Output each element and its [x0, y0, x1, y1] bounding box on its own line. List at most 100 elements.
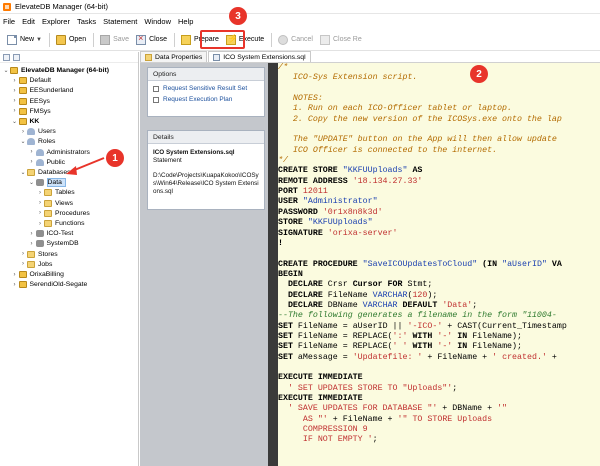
- checkbox-icon[interactable]: [153, 85, 159, 92]
- code-token: '" TO STORE Uploads: [397, 414, 493, 424]
- code-content: /* ICO-Sys Extension script. NOTES: 1. R…: [278, 63, 567, 446]
- chevron-right-icon[interactable]: ›: [12, 88, 18, 94]
- code-token: */: [278, 156, 288, 166]
- code-line: SET FileName = REPLACE(' ' WITH '-' IN F…: [278, 342, 567, 352]
- menu-statement[interactable]: Statement: [103, 17, 137, 26]
- close-button[interactable]: Close: [133, 31, 170, 49]
- chevron-right-icon[interactable]: ›: [20, 261, 26, 267]
- chevron-down-icon[interactable]: ⌄: [20, 169, 26, 176]
- tree-node[interactable]: › SerendiOld-Segate: [12, 279, 88, 290]
- options-panel-title: Options: [148, 68, 264, 81]
- code-token: USER: [278, 197, 303, 207]
- chevron-down-icon[interactable]: ⌄: [3, 67, 9, 74]
- tree-node-label: EESunderland: [29, 87, 74, 95]
- toolbar-separator: [48, 32, 50, 47]
- tree-node-label: EESys: [29, 97, 50, 105]
- checkbox-icon[interactable]: [153, 96, 159, 103]
- user-icon: [35, 158, 44, 166]
- server-icon: [18, 97, 27, 105]
- close-result-button[interactable]: Close Re: [317, 31, 365, 49]
- tree-node-label: Tables: [55, 189, 75, 197]
- code-line: EXECUTE IMMEDIATE: [278, 373, 567, 383]
- code-line: The "UPDATE" button on the App will then…: [278, 135, 567, 145]
- code-line: AS "' + FileName + '" TO STORE Uploads: [278, 415, 567, 425]
- code-token: ':': [392, 331, 408, 341]
- code-token: VA: [546, 259, 562, 269]
- code-token: "aUserID": [502, 259, 547, 269]
- chevron-down-icon[interactable]: ⌄: [12, 118, 18, 125]
- toolbar: New ▼ Open Save Close Prepare Execute Ca…: [0, 29, 600, 51]
- chevron-right-icon[interactable]: ›: [37, 200, 43, 206]
- code-token: DBName: [327, 300, 363, 310]
- app-icon: [3, 2, 11, 11]
- code-line: DECLARE Crsr Cursor FOR Stmt;: [278, 280, 567, 290]
- save-icon: [100, 34, 111, 45]
- menu-explorer[interactable]: Explorer: [42, 17, 70, 26]
- chevron-right-icon[interactable]: ›: [12, 108, 18, 114]
- chevron-right-icon[interactable]: ›: [37, 190, 43, 196]
- request-sensitive-checkbox[interactable]: Request Sensitive Result Set: [153, 85, 264, 92]
- chevron-right-icon[interactable]: ›: [12, 272, 18, 278]
- menu-help[interactable]: Help: [178, 17, 193, 26]
- menu-file[interactable]: File: [3, 17, 15, 26]
- code-line: 1. Run on each ICO-Officer tablet or lap…: [278, 104, 567, 114]
- new-button[interactable]: New ▼: [4, 31, 45, 49]
- code-token: "Administrator": [302, 197, 378, 207]
- chevron-down-icon[interactable]: ⌄: [29, 179, 35, 186]
- chevron-right-icon[interactable]: ›: [37, 221, 43, 227]
- code-token: 1. Run on each ICO-Officer tablet or lap…: [278, 104, 513, 114]
- open-button[interactable]: Open: [53, 31, 89, 49]
- folder-icon: [44, 209, 52, 217]
- chevron-right-icon[interactable]: ›: [12, 98, 18, 104]
- code-token: );: [427, 290, 438, 300]
- code-token: FileName);: [472, 342, 522, 352]
- chevron-down-icon[interactable]: ▼: [36, 37, 42, 43]
- annotation-1: 1: [106, 149, 124, 167]
- code-token: 12011: [302, 187, 328, 197]
- tab-sql-script[interactable]: ICO System Extensions.sql: [208, 51, 311, 62]
- code-line: 2. Copy the new version of the ICOSys.ex…: [278, 115, 567, 125]
- chevron-right-icon[interactable]: ›: [12, 282, 18, 288]
- chevron-right-icon[interactable]: ›: [29, 231, 35, 237]
- save-button[interactable]: Save: [97, 31, 132, 49]
- sql-editor[interactable]: /* ICO-Sys Extension script. NOTES: 1. R…: [278, 63, 600, 466]
- tree-node-label: Functions: [55, 220, 85, 227]
- chevron-right-icon[interactable]: ›: [20, 129, 26, 135]
- folder-icon: [27, 169, 35, 176]
- document-tabs: Data Properties ICO System Extensions.sq…: [140, 51, 600, 63]
- menu-edit[interactable]: Edit: [22, 17, 35, 26]
- explorer-refresh-icon[interactable]: [13, 53, 20, 61]
- code-line: COMPRESSION 9: [278, 425, 567, 435]
- code-token: EXECUTE IMMEDIATE: [278, 373, 363, 383]
- request-plan-checkbox[interactable]: Request Execution Plan: [153, 96, 264, 103]
- server-icon: [18, 271, 27, 278]
- chevron-right-icon[interactable]: ›: [12, 78, 18, 84]
- cancel-button[interactable]: Cancel: [275, 31, 316, 49]
- chevron-right-icon[interactable]: ›: [29, 241, 35, 247]
- explorer-view-icon[interactable]: [3, 53, 10, 61]
- code-line: NOTES:: [278, 94, 567, 104]
- chevron-right-icon[interactable]: ›: [20, 251, 26, 257]
- tree-node-label: ICO-Test: [46, 230, 74, 238]
- tree-node-label: OrixaBilling: [29, 271, 64, 278]
- code-token: SET: [278, 342, 298, 352]
- chevron-right-icon[interactable]: ›: [29, 159, 35, 165]
- code-token: ;: [452, 383, 458, 393]
- code-token: '0r1x8n8k3d': [322, 207, 383, 217]
- chevron-right-icon[interactable]: ›: [29, 149, 35, 155]
- code-token: (IN: [477, 259, 503, 269]
- code-line: --The following generates a filename in …: [278, 311, 567, 321]
- tree-node-label: SerendiOld-Segate: [29, 281, 88, 289]
- code-line: ' SET UPDATES STORE TO "Uploads"';: [278, 384, 567, 394]
- code-token: PORT: [278, 187, 303, 197]
- code-token: "KKFUUploads": [307, 218, 373, 228]
- code-token: AS "': [278, 414, 328, 424]
- menu-window[interactable]: Window: [144, 17, 171, 26]
- menu-tasks[interactable]: Tasks: [77, 17, 96, 26]
- code-token: COMPRESSION 9: [278, 425, 368, 435]
- tab-data-properties[interactable]: Data Properties: [140, 51, 208, 62]
- chevron-down-icon[interactable]: ⌄: [20, 138, 26, 145]
- code-token: ICO Officer is connected to the internet…: [278, 145, 498, 155]
- chevron-right-icon[interactable]: ›: [37, 210, 43, 216]
- sql-file-icon: [213, 53, 221, 61]
